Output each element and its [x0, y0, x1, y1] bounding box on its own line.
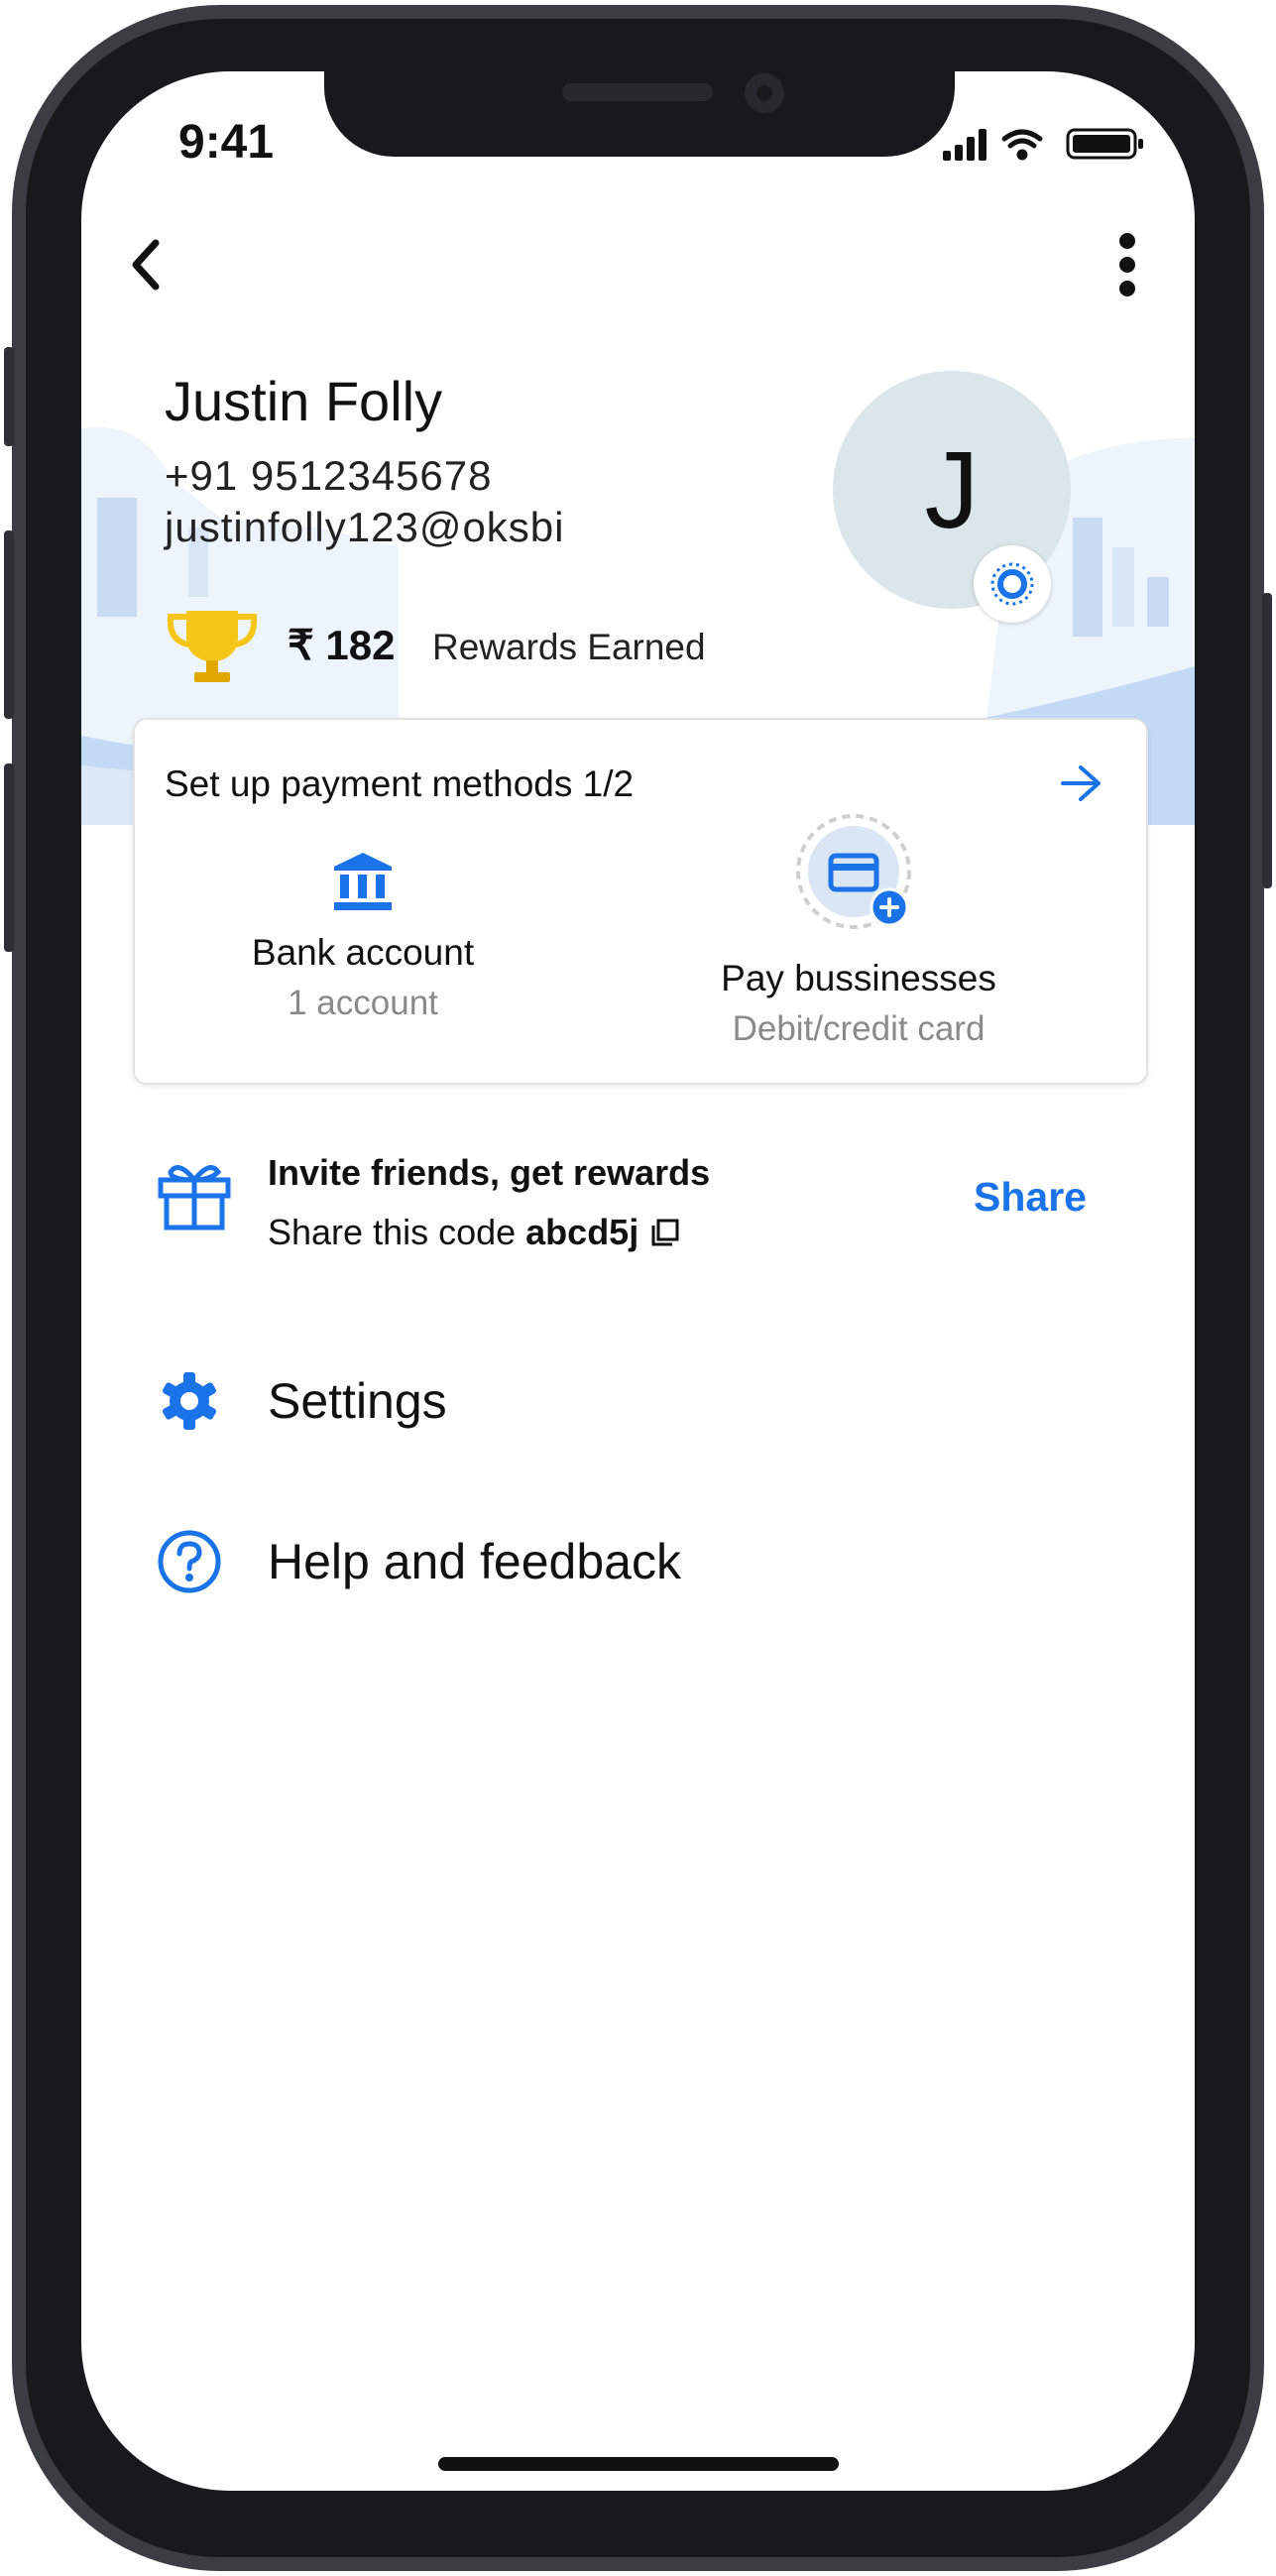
qr-code-button[interactable] — [974, 545, 1051, 623]
trophy-icon — [165, 607, 260, 691]
settings-item[interactable]: Settings — [141, 1350, 1132, 1450]
battery-icon — [1066, 128, 1143, 160]
pay-businesses-sub: Debit/credit card — [732, 1009, 986, 1048]
invite-code: abcd5j — [525, 1212, 639, 1252]
side-button-power — [1262, 593, 1272, 888]
copy-code-button[interactable] — [650, 1218, 680, 1247]
invite-code-row: Share this code abcd5j — [268, 1212, 680, 1253]
status-icons — [943, 127, 1151, 166]
bank-account-method[interactable]: Bank account 1 account — [135, 845, 591, 1023]
copy-icon — [651, 1219, 679, 1246]
bank-account-sub: 1 account — [288, 984, 438, 1022]
invite-code-prefix: Share this code — [268, 1212, 517, 1252]
gift-icon — [157, 1158, 232, 1236]
side-button-silent — [4, 347, 14, 446]
payment-setup-title: Set up payment methods 1/2 — [165, 763, 635, 804]
speaker — [562, 83, 713, 101]
pay-businesses-label: Pay bussinesses — [721, 958, 996, 998]
help-feedback-item[interactable]: Help and feedback — [141, 1511, 1132, 1610]
qr-scan-icon — [990, 562, 1034, 606]
invite-title: Invite friends, get rewards — [268, 1152, 711, 1193]
rewards-amount: ₹ 182 — [288, 622, 396, 668]
status-time: 9:41 — [178, 116, 275, 169]
arrow-right-icon — [1061, 765, 1101, 801]
home-indicator — [438, 2457, 839, 2471]
user-phone: +91 9512345678 — [165, 452, 493, 499]
signal-icon — [943, 129, 986, 161]
payment-setup-card: Set up payment methods 1/2 Bank account … — [133, 718, 1148, 1085]
gear-icon — [159, 1370, 220, 1437]
payment-setup-arrow-button[interactable] — [1051, 754, 1110, 813]
more-options-button[interactable] — [1083, 220, 1172, 309]
bank-icon — [334, 853, 392, 910]
pay-businesses-method[interactable]: Pay bussinesses Debit/credit card — [631, 814, 1087, 1049]
user-email: justinfolly123@oksbi — [165, 504, 565, 550]
side-button-volume-down — [4, 763, 14, 952]
chevron-left-icon — [132, 239, 160, 291]
notch — [324, 71, 955, 157]
bank-account-label: Bank account — [251, 932, 475, 973]
credit-card-add-icon — [796, 814, 911, 929]
back-button[interactable] — [101, 220, 190, 309]
settings-label: Settings — [268, 1373, 447, 1429]
more-vert-icon — [1119, 233, 1135, 296]
wifi-icon — [1001, 129, 1043, 161]
screen: 9:41 Justin Folly +91 9512345678 justinf… — [81, 71, 1195, 2491]
avatar-initial: J — [924, 428, 980, 551]
rewards-label: Rewards Earned — [432, 627, 706, 667]
front-camera — [745, 73, 784, 113]
user-name: Justin Folly — [165, 370, 443, 432]
help-feedback-label: Help and feedback — [268, 1534, 681, 1589]
help-icon — [157, 1529, 222, 1599]
share-button[interactable]: Share — [974, 1174, 1087, 1221]
side-button-volume-up — [4, 530, 14, 719]
